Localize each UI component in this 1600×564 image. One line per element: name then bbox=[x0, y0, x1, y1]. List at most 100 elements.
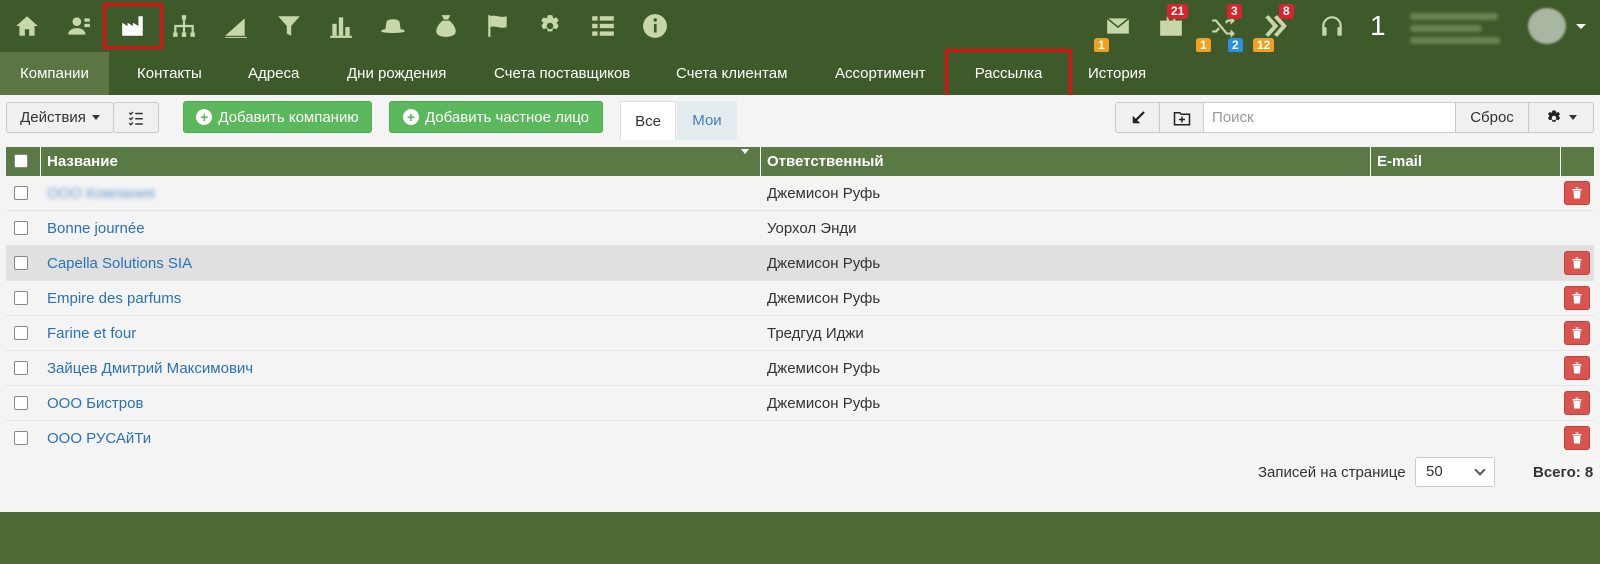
table-row[interactable]: Empire des parfums Джемисон Руфь bbox=[6, 281, 1594, 316]
flag-icon[interactable] bbox=[478, 8, 518, 44]
company-name-link[interactable]: ООО Компания bbox=[47, 176, 155, 211]
row-checkbox[interactable] bbox=[14, 361, 28, 375]
add-company-button[interactable]: + Добавить компанию bbox=[183, 101, 372, 133]
plus-circle-icon: + bbox=[402, 109, 419, 125]
tab-addresses[interactable]: Адреса bbox=[228, 52, 319, 95]
bottom-background bbox=[0, 512, 1600, 564]
per-page-value: 50 bbox=[1426, 463, 1443, 480]
select-all-checkbox[interactable] bbox=[14, 154, 28, 168]
tab-client-invoices[interactable]: Счета клиентам bbox=[656, 52, 807, 95]
trash-icon bbox=[1572, 257, 1582, 269]
plus-circle-icon: + bbox=[196, 109, 213, 125]
actions-label: Действия bbox=[20, 109, 86, 126]
responsible-cell: Уорхол Энди bbox=[767, 220, 857, 237]
company-name-link[interactable]: Farine et four bbox=[47, 316, 136, 351]
company-name-link[interactable]: Bonne journée bbox=[47, 211, 145, 246]
per-page-select[interactable]: 50 bbox=[1415, 457, 1495, 487]
table-row[interactable]: ООО Бистров Джемисон Руфь bbox=[6, 386, 1594, 421]
org-structure-icon[interactable] bbox=[164, 8, 204, 44]
trash-icon bbox=[1572, 432, 1582, 444]
tab-assortment[interactable]: Ассортимент bbox=[815, 52, 946, 95]
add-person-label: Добавить частное лицо bbox=[424, 108, 590, 126]
reset-button[interactable]: Сброс bbox=[1455, 102, 1529, 133]
filter-tab-all[interactable]: Все bbox=[620, 101, 676, 140]
tab-supplier-invoices[interactable]: Счета поставщиков bbox=[474, 52, 650, 95]
row-checkbox[interactable] bbox=[14, 256, 28, 270]
tab-contacts[interactable]: Контакты bbox=[117, 52, 222, 95]
row-checkbox[interactable] bbox=[14, 396, 28, 410]
chevrons-badge-top: 8 bbox=[1279, 4, 1294, 19]
caret-down-icon bbox=[91, 115, 100, 120]
add-folder-button[interactable] bbox=[1159, 102, 1204, 133]
actions-dropdown[interactable]: Действия bbox=[6, 102, 114, 133]
trash-icon bbox=[1572, 187, 1582, 199]
tab-birthdays[interactable]: Дни рождения bbox=[327, 52, 466, 95]
row-checkbox[interactable] bbox=[14, 291, 28, 305]
responsible-cell: Джемисон Руфь bbox=[767, 360, 881, 377]
table-row[interactable]: Зайцев Дмитрий Максимович Джемисон Руфь bbox=[6, 351, 1594, 386]
row-checkbox[interactable] bbox=[14, 186, 28, 200]
responsible-cell: Тредгуд Иджи bbox=[767, 325, 864, 342]
money-bag-icon[interactable] bbox=[426, 8, 466, 44]
table-row[interactable]: Farine et four Тредгуд Иджи bbox=[6, 316, 1594, 351]
trash-icon bbox=[1572, 397, 1582, 409]
column-email[interactable]: E-mail bbox=[1371, 147, 1561, 176]
tab-history[interactable]: История bbox=[1068, 52, 1166, 95]
company-name-link[interactable]: Зайцев Дмитрий Максимович bbox=[47, 351, 253, 386]
shuffle-badge-top: 3 bbox=[1227, 4, 1242, 19]
row-checkbox[interactable] bbox=[14, 326, 28, 340]
search-input[interactable]: Поиск bbox=[1203, 102, 1456, 133]
total-count: Всего: 8 bbox=[1533, 464, 1594, 481]
tab-companies[interactable]: Компании bbox=[0, 52, 109, 95]
hat-icon[interactable] bbox=[373, 8, 413, 44]
companies-icon[interactable] bbox=[103, 3, 163, 49]
add-person-button[interactable]: + Добавить частное лицо bbox=[389, 101, 603, 133]
delete-button[interactable] bbox=[1564, 426, 1590, 450]
tasks-badge: 21 bbox=[1167, 4, 1189, 19]
user-menu-caret-icon[interactable] bbox=[1576, 24, 1586, 29]
company-name-link[interactable]: Empire des parfums bbox=[47, 281, 181, 316]
table-row[interactable]: Capella Solutions SIA Джемисон Руфь bbox=[6, 246, 1594, 281]
table-row[interactable]: ООО РУСАйТи bbox=[6, 421, 1594, 456]
filter-tab-mine[interactable]: Мои bbox=[677, 101, 737, 140]
tab-mailing[interactable]: Рассылка bbox=[945, 49, 1072, 99]
column-responsible[interactable]: Ответственный bbox=[761, 147, 1371, 176]
column-name[interactable]: Название bbox=[41, 147, 761, 176]
add-company-label: Добавить компанию bbox=[218, 108, 359, 126]
list-icon[interactable] bbox=[583, 8, 623, 44]
delete-button[interactable] bbox=[1564, 251, 1590, 275]
home-icon[interactable] bbox=[7, 8, 47, 44]
row-checkbox[interactable] bbox=[14, 221, 28, 235]
arrow-down-left-icon bbox=[1132, 110, 1145, 123]
headset-icon[interactable] bbox=[1312, 8, 1352, 44]
section-tabs: Компании Контакты Адреса Дни рождения Сч… bbox=[0, 49, 1600, 99]
growth-chart-icon[interactable] bbox=[216, 8, 256, 44]
filter-icon[interactable] bbox=[269, 8, 309, 44]
table-row[interactable]: Bonne journée Уорхол Энди bbox=[6, 211, 1594, 246]
gear-icon[interactable] bbox=[530, 8, 570, 44]
user-name-blurred[interactable] bbox=[1410, 8, 1500, 44]
table-row[interactable]: ООО Компания Джемисон Руфь bbox=[6, 176, 1594, 211]
delete-button[interactable] bbox=[1564, 356, 1590, 380]
sort-caret-icon bbox=[741, 149, 749, 154]
import-button[interactable] bbox=[1115, 102, 1160, 133]
company-name-link[interactable]: Capella Solutions SIA bbox=[47, 246, 192, 281]
avatar[interactable] bbox=[1528, 8, 1566, 44]
row-checkbox[interactable] bbox=[14, 431, 28, 445]
company-name-link[interactable]: ООО РУСАйТи bbox=[47, 421, 151, 456]
chevrons-badge-bottom: 12 bbox=[1253, 38, 1275, 53]
per-page-label: Записей на странице bbox=[1258, 464, 1406, 481]
delete-button[interactable] bbox=[1564, 286, 1590, 310]
bar-chart-icon[interactable] bbox=[321, 8, 361, 44]
info-icon[interactable] bbox=[635, 8, 675, 44]
checklist-icon bbox=[128, 111, 143, 126]
caret-down-icon bbox=[1569, 115, 1577, 120]
delete-button[interactable] bbox=[1564, 391, 1590, 415]
contacts-icon[interactable] bbox=[59, 8, 99, 44]
delete-button[interactable] bbox=[1564, 321, 1590, 345]
settings-dropdown[interactable] bbox=[1528, 102, 1594, 133]
company-name-link[interactable]: ООО Бистров bbox=[47, 386, 143, 421]
responsible-cell: Джемисон Руфь bbox=[767, 395, 881, 412]
delete-button[interactable] bbox=[1564, 181, 1590, 205]
checklist-button[interactable] bbox=[113, 102, 159, 133]
